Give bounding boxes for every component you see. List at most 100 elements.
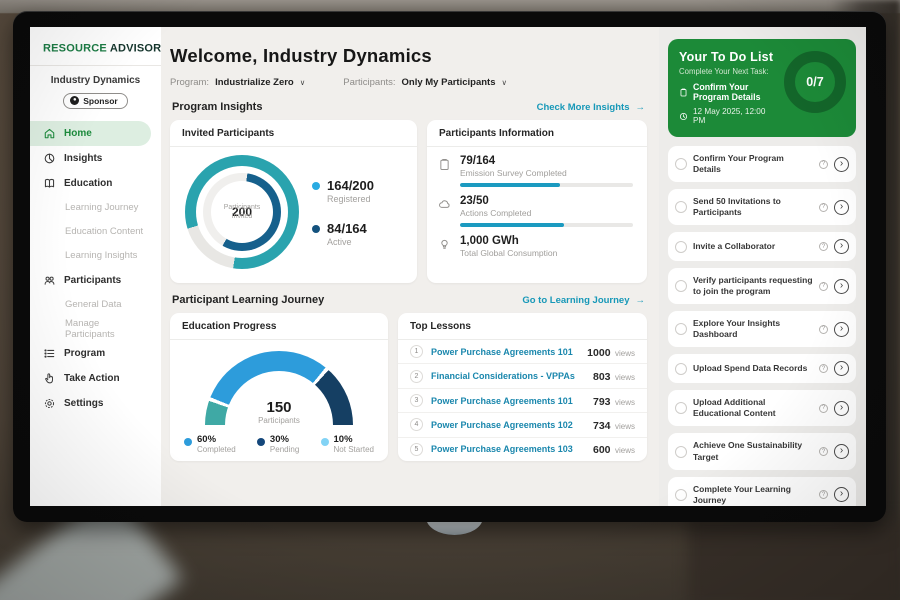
checkbox-circle[interactable] xyxy=(675,241,687,253)
legend-dot xyxy=(312,225,320,233)
sidebar-item-label: Settings xyxy=(64,398,103,409)
sidebar-item-insights[interactable]: Insights xyxy=(30,146,151,171)
info-icon[interactable]: ? xyxy=(819,325,828,334)
sidebar-item-manage-participants[interactable]: Manage Participants xyxy=(30,317,151,341)
sidebar-item-take-action[interactable]: Take Action xyxy=(30,366,151,391)
info-icon[interactable]: ? xyxy=(819,364,828,373)
lesson-row[interactable]: 2 Financial Considerations - VPPAs 803 v… xyxy=(398,364,647,388)
program-insights-header: Program Insights Check More Insights → xyxy=(172,101,645,113)
organization-name: Industry Dynamics xyxy=(30,75,161,86)
task-label: Verify participants requesting to join t… xyxy=(693,275,813,297)
legend-value: 60% xyxy=(197,434,236,445)
checkbox-circle[interactable] xyxy=(675,363,687,375)
section-title: Program Insights xyxy=(172,101,262,113)
checkbox-circle[interactable] xyxy=(675,280,687,292)
info-icon[interactable]: ? xyxy=(819,203,828,212)
chevron-right-button[interactable]: › xyxy=(834,487,849,502)
todo-task-row[interactable]: Verify participants requesting to join t… xyxy=(668,268,856,304)
chevron-right-button[interactable]: › xyxy=(834,322,849,337)
sidebar-item-label: Learning Journey xyxy=(65,202,138,213)
app-logo[interactable]: RESOURCE ADVISOR+ xyxy=(30,27,161,63)
lesson-views-suffix: views xyxy=(615,422,635,431)
sidebar-item-education-content[interactable]: Education Content xyxy=(30,220,151,244)
todo-task-row[interactable]: Complete Your Learning Journey ? › xyxy=(668,477,856,506)
page-title: Welcome, Industry Dynamics xyxy=(170,45,647,67)
task-label: Upload Spend Data Records xyxy=(693,363,813,374)
clipboard-icon xyxy=(438,155,452,187)
gauge-center-value: 150 xyxy=(205,399,353,416)
info-icon[interactable]: ? xyxy=(819,447,828,456)
sidebar-item-label: Education xyxy=(64,178,112,189)
sidebar-item-label: Take Action xyxy=(64,373,120,384)
checkbox-circle[interactable] xyxy=(675,201,687,213)
legend-item-completed: 60% Completed xyxy=(184,434,236,454)
legend-item-active: 84/164 Active xyxy=(312,221,374,247)
chevron-right-button[interactable]: › xyxy=(834,401,849,416)
lesson-row[interactable]: 3 Power Purchase Agreements 101 793 view… xyxy=(398,389,647,413)
todo-due-date: 12 May 2025, 12:00 PM xyxy=(679,107,779,125)
todo-task-row[interactable]: Upload Spend Data Records ? › xyxy=(668,354,856,383)
chevron-right-button[interactable]: › xyxy=(834,361,849,376)
todo-task-row[interactable]: Achieve One Sustainability Target ? › xyxy=(668,433,856,469)
task-label: Upload Additional Educational Content xyxy=(693,397,813,419)
sidebar-item-settings[interactable]: Settings xyxy=(30,391,151,416)
sidebar-item-label: Home xyxy=(64,128,92,139)
sidebar-item-label: Participants xyxy=(64,275,121,286)
info-icon[interactable]: ? xyxy=(819,404,828,413)
gauge-center: 150 Participants xyxy=(205,399,353,425)
checkbox-circle[interactable] xyxy=(675,489,687,501)
chevron-right-button[interactable]: › xyxy=(834,157,849,172)
info-icon[interactable]: ? xyxy=(819,242,828,251)
lesson-title-link[interactable]: Power Purchase Agreements 101 xyxy=(431,347,579,357)
participants-filter-dropdown[interactable]: Participants: Only My Participants ∨ xyxy=(343,77,507,88)
arrow-right-icon: → xyxy=(636,295,646,306)
go-to-learning-journey-link[interactable]: Go to Learning Journey → xyxy=(522,295,645,306)
todo-progress-ring: 0/7 xyxy=(784,51,846,113)
sidebar-item-general-data[interactable]: General Data xyxy=(30,293,151,317)
todo-task-row[interactable]: Upload Additional Educational Content ? … xyxy=(668,390,856,426)
chevron-right-button[interactable]: › xyxy=(834,200,849,215)
checkbox-circle[interactable] xyxy=(675,402,687,414)
education-gauge-wrap: 150 Participants xyxy=(170,340,388,425)
progress-track xyxy=(460,183,633,187)
todo-task-row[interactable]: Confirm Your Program Details ? › xyxy=(668,146,856,182)
lesson-row[interactable]: 4 Power Purchase Agreements 102 734 view… xyxy=(398,413,647,437)
sidebar-item-learning-journey[interactable]: Learning Journey xyxy=(30,196,151,220)
sidebar-item-education[interactable]: Education xyxy=(30,171,151,196)
legend-value: 30% xyxy=(270,434,299,445)
todo-task-row[interactable]: Explore Your Insights Dashboard ? › xyxy=(668,311,856,347)
checkbox-circle[interactable] xyxy=(675,158,687,170)
chevron-right-button[interactable]: › xyxy=(834,444,849,459)
lesson-title-link[interactable]: Financial Considerations - VPPAs xyxy=(431,371,585,381)
checkbox-circle[interactable] xyxy=(675,446,687,458)
program-filter-dropdown[interactable]: Program: Industrialize Zero ∨ xyxy=(170,77,305,88)
legend-item-pending: 30% Pending xyxy=(257,434,299,454)
lesson-title-link[interactable]: Power Purchase Agreements 102 xyxy=(431,420,585,430)
todo-task-row[interactable]: Invite a Collaborator ? › xyxy=(668,232,856,261)
home-icon xyxy=(43,127,56,140)
info-icon[interactable]: ? xyxy=(819,160,828,169)
lesson-rank-badge: 3 xyxy=(410,394,423,407)
filters-row: Program: Industrialize Zero ∨ Participan… xyxy=(170,77,647,88)
checkbox-circle[interactable] xyxy=(675,323,687,335)
chevron-right-button[interactable]: › xyxy=(834,239,849,254)
sidebar-item-program[interactable]: Program xyxy=(30,341,151,366)
info-icon[interactable]: ? xyxy=(819,282,828,291)
info-icon[interactable]: ? xyxy=(819,490,828,499)
lesson-title-link[interactable]: Power Purchase Agreements 101 xyxy=(431,396,585,406)
todo-due-label: 12 May 2025, 12:00 PM xyxy=(693,107,779,125)
lesson-row[interactable]: 1 Power Purchase Agreements 101 1000 vie… xyxy=(398,340,647,364)
background-shadow xyxy=(688,518,900,600)
lesson-row[interactable]: 5 Power Purchase Agreements 103 600 view… xyxy=(398,438,647,461)
sidebar-item-participants[interactable]: Participants xyxy=(30,268,151,293)
sidebar-item-home[interactable]: Home xyxy=(30,121,151,146)
sidebar-nav: Home Insights Education Learning Journey xyxy=(30,121,161,416)
sponsor-badge[interactable]: ● Sponsor xyxy=(63,93,127,109)
chevron-right-button[interactable]: › xyxy=(834,279,849,294)
todo-task-row[interactable]: Send 50 Invitations to Participants ? › xyxy=(668,189,856,225)
lesson-title-link[interactable]: Power Purchase Agreements 103 xyxy=(431,444,585,454)
sidebar-item-learning-insights[interactable]: Learning Insights xyxy=(30,244,151,268)
legend-label: Completed xyxy=(197,445,236,454)
sponsor-icon: ● xyxy=(70,96,79,105)
check-more-insights-link[interactable]: Check More Insights → xyxy=(537,102,645,113)
